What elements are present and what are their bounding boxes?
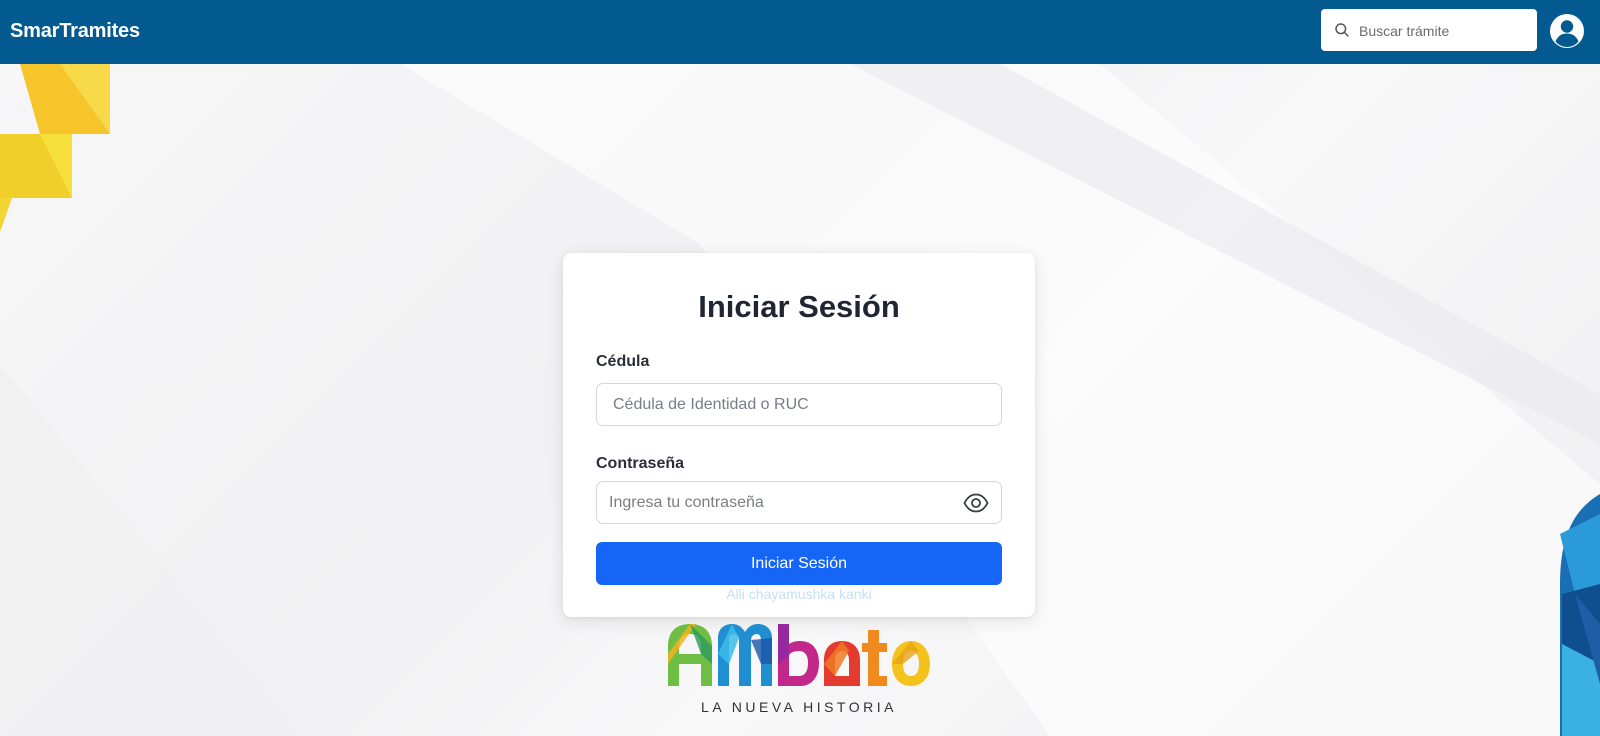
logo-tagline: LA NUEVA HISTORIA [701, 699, 897, 715]
app-brand[interactable]: SmarTramites [10, 20, 140, 43]
cedula-label: Cédula [596, 353, 650, 370]
password-input[interactable] [596, 481, 1002, 524]
top-navbar: SmarTramites [0, 0, 1600, 64]
login-title: Iniciar Sesión [698, 289, 900, 324]
search-icon [1335, 23, 1349, 37]
welcome-subtext: Alli chayamushka kanki [726, 586, 872, 602]
search-box[interactable] [1321, 9, 1537, 53]
cedula-input[interactable] [596, 383, 1002, 426]
search-input[interactable] [1357, 9, 1531, 53]
password-label: Contraseña [596, 455, 685, 472]
ambato-logo [668, 624, 930, 686]
user-circle-icon[interactable] [1549, 13, 1585, 49]
login-button[interactable]: Iniciar Sesión [596, 542, 1002, 585]
login-card: Iniciar Sesión Cédula Contraseña Iniciar… [563, 253, 1035, 617]
eye-icon[interactable] [963, 492, 989, 514]
